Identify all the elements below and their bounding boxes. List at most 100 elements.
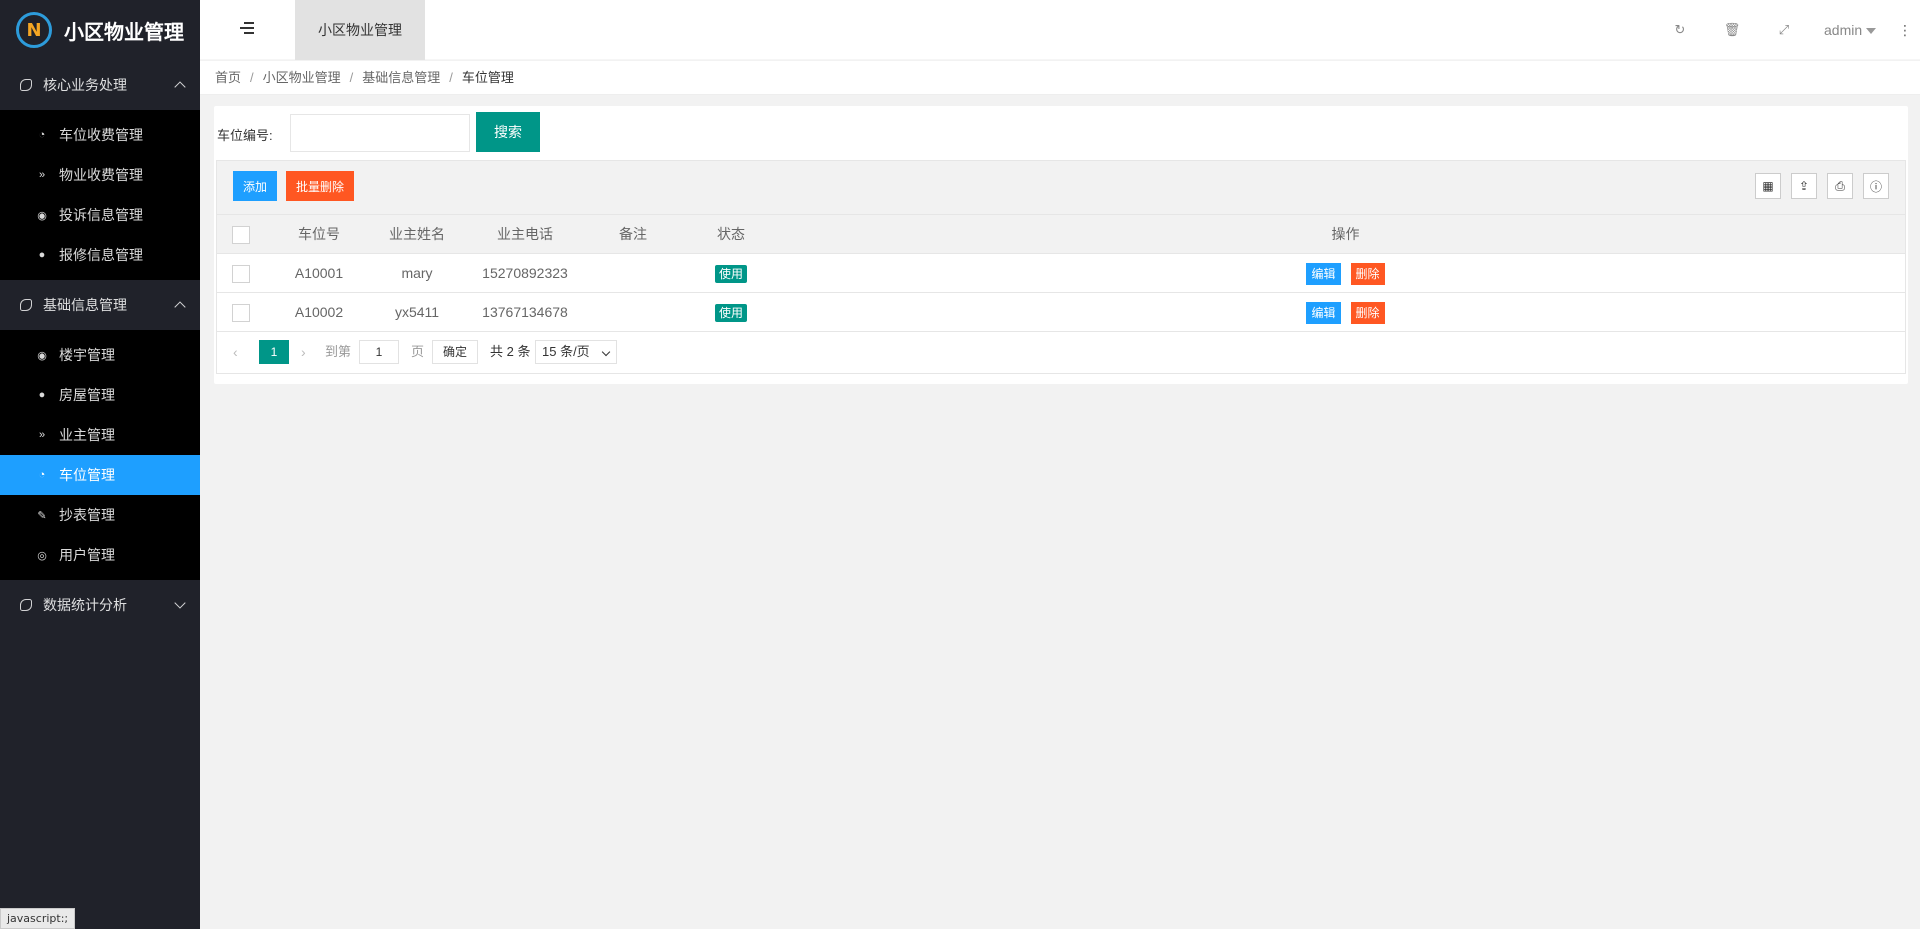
tab-home[interactable]: 小区物业管理: [295, 0, 425, 60]
chevron-down-icon: [174, 597, 186, 609]
cell-owner: mary: [401, 265, 433, 281]
export-icon[interactable]: ⇪: [1791, 173, 1817, 199]
menu-toggle-icon[interactable]: [240, 22, 254, 36]
leaf-icon: [20, 599, 32, 611]
user-menu[interactable]: admin: [1810, 22, 1890, 38]
trash-icon[interactable]: 🗑: [1706, 23, 1758, 38]
column-header[interactable]: 业主电话: [461, 215, 589, 254]
cell-status: 使用: [677, 254, 785, 293]
cell-phone: 13767134678: [482, 304, 568, 320]
target-icon: ◉: [37, 349, 47, 362]
leaf-icon: [20, 79, 32, 91]
search-button[interactable]: 搜索: [476, 112, 540, 152]
sidebar-item-users[interactable]: ◎ 用户管理: [0, 535, 200, 575]
row-checkbox[interactable]: [232, 304, 250, 322]
column-header[interactable]: 车位号: [265, 215, 373, 254]
sidebar-item-houses[interactable]: ● 房屋管理: [0, 375, 200, 415]
sidebar: N 小区物业管理 核心业务处理 ◔ 车位收费管理 » 物业收费管理 ◉ 投诉信息…: [0, 0, 200, 929]
column-header[interactable]: 操作: [785, 215, 1906, 254]
breadcrumb-separator: /: [449, 70, 453, 85]
sidebar-item-label: 物业收费管理: [59, 167, 143, 183]
breadcrumb-item[interactable]: 小区物业管理: [263, 70, 341, 85]
cell-owner: yx5411: [394, 304, 440, 320]
sidebar-item-property-fee[interactable]: » 物业收费管理: [0, 155, 200, 195]
goto-label: 到第: [325, 344, 352, 359]
caret-down-icon: [1866, 28, 1877, 35]
submenu-basic: ◉ 楼宇管理 ● 房屋管理 » 业主管理 ◔ 车位管理 ✎ 抄表管理 ◎ 用户管…: [0, 330, 200, 580]
chevron-up-icon: [174, 301, 186, 313]
edit-button[interactable]: 编辑: [1306, 263, 1341, 285]
more-vertical-icon[interactable]: ⋮: [1890, 22, 1920, 39]
total-count: 共 2 条: [490, 344, 531, 359]
table-toolbar: 添加 批量删除 ▦ ⇪ ⎙ ⓘ: [217, 161, 1905, 215]
sidebar-item-buildings[interactable]: ◉ 楼宇管理: [0, 335, 200, 375]
sidebar-item-label: 车位收费管理: [59, 127, 143, 143]
page-size-select[interactable]: 15 条/页: [535, 340, 617, 364]
cell-actions: 编辑 删除: [785, 293, 1906, 332]
cell-note: [589, 293, 677, 332]
menu-group-basic[interactable]: 基础信息管理: [0, 280, 200, 330]
cell-code: A10002: [294, 304, 344, 320]
breadcrumb-separator: /: [250, 70, 254, 85]
fullscreen-icon[interactable]: ⤢: [1758, 23, 1810, 38]
next-page-icon[interactable]: ›: [301, 340, 313, 364]
chevron-up-icon: [174, 81, 186, 93]
breadcrumb-separator: /: [349, 70, 354, 85]
chevron-down-icon: [601, 347, 611, 357]
breadcrumb-item[interactable]: 首页: [215, 70, 241, 85]
prev-page-icon[interactable]: ‹: [233, 340, 245, 364]
pagination: ‹ 1 › 到第 1 页 确定 共 2 条 15 条/页: [217, 332, 1905, 372]
sidebar-item-repairs[interactable]: ● 报修信息管理: [0, 235, 200, 275]
cell-code: A10001: [294, 265, 344, 281]
current-page[interactable]: 1: [259, 340, 289, 364]
column-header[interactable]: 状态: [677, 215, 785, 254]
content-card: 车位编号: 搜索 添加 批量删除 ▦ ⇪ ⎙ ⓘ 车位号 业主姓名 业主电话 备…: [214, 106, 1908, 384]
menu-group-label: 数据统计分析: [43, 597, 127, 613]
print-icon[interactable]: ⎙: [1827, 173, 1853, 199]
logo-text: 小区物业管理: [64, 21, 184, 44]
delete-button[interactable]: 删除: [1350, 263, 1385, 285]
circle-up-icon: ●: [38, 249, 46, 261]
sidebar-item-parking[interactable]: ◔ 车位管理: [0, 455, 200, 495]
sidebar-item-meter[interactable]: ✎ 抄表管理: [0, 495, 200, 535]
sidebar-item-label: 车位管理: [59, 467, 115, 483]
menu-group-label: 基础信息管理: [43, 297, 127, 313]
page-number-input[interactable]: 1: [359, 340, 399, 364]
select-all-checkbox[interactable]: [232, 226, 250, 244]
sidebar-item-label: 楼宇管理: [59, 347, 115, 363]
target-icon: ◉: [37, 209, 47, 222]
column-header[interactable]: 备注: [589, 215, 677, 254]
breadcrumb-item[interactable]: 基础信息管理: [362, 70, 440, 85]
edit-button[interactable]: 编辑: [1306, 302, 1341, 324]
info-icon[interactable]: ⓘ: [1863, 173, 1889, 199]
table-row: A10001 mary 15270892323 使用 编辑 删除: [217, 254, 1905, 293]
cell-phone: 15270892323: [482, 265, 568, 281]
logo[interactable]: N 小区物业管理: [0, 0, 200, 60]
menu-group-stats[interactable]: 数据统计分析: [0, 580, 200, 630]
refresh-icon[interactable]: ↻: [1654, 23, 1706, 38]
top-header: 小区物业管理 ↻ 🗑 ⤢ admin ⋮: [200, 0, 1920, 60]
columns-icon[interactable]: ▦: [1755, 173, 1781, 199]
sidebar-item-label: 抄表管理: [59, 507, 115, 523]
logo-icon: N: [16, 12, 52, 48]
table-row: A10002 yx5411 13767134678 使用 编辑 删除: [217, 293, 1905, 332]
table-header-row: 车位号 业主姓名 业主电话 备注 状态 操作: [217, 215, 1905, 254]
sidebar-item-complaints[interactable]: ◉ 投诉信息管理: [0, 195, 200, 235]
column-header[interactable]: 业主姓名: [373, 215, 461, 254]
dashboard-icon: ◔: [38, 129, 46, 141]
batch-delete-button[interactable]: 批量删除: [286, 171, 355, 201]
circle-up-icon: ●: [38, 389, 46, 401]
sidebar-item-parking-fee[interactable]: ◔ 车位收费管理: [0, 115, 200, 155]
sidebar-item-label: 报修信息管理: [59, 247, 143, 263]
row-checkbox[interactable]: [232, 265, 250, 283]
sidebar-item-owners[interactable]: » 业主管理: [0, 415, 200, 455]
menu-group-label: 核心业务处理: [43, 77, 127, 93]
toolbar-icons: ▦ ⇪ ⎙ ⓘ: [1745, 173, 1889, 199]
delete-button[interactable]: 删除: [1350, 302, 1385, 324]
confirm-page-button[interactable]: 确定: [432, 340, 478, 364]
menu-group-core[interactable]: 核心业务处理: [0, 60, 200, 110]
search-input[interactable]: [290, 114, 470, 152]
page-unit-label: 页: [411, 344, 425, 359]
add-button[interactable]: 添加: [233, 171, 278, 201]
sidebar-item-label: 用户管理: [59, 547, 115, 563]
